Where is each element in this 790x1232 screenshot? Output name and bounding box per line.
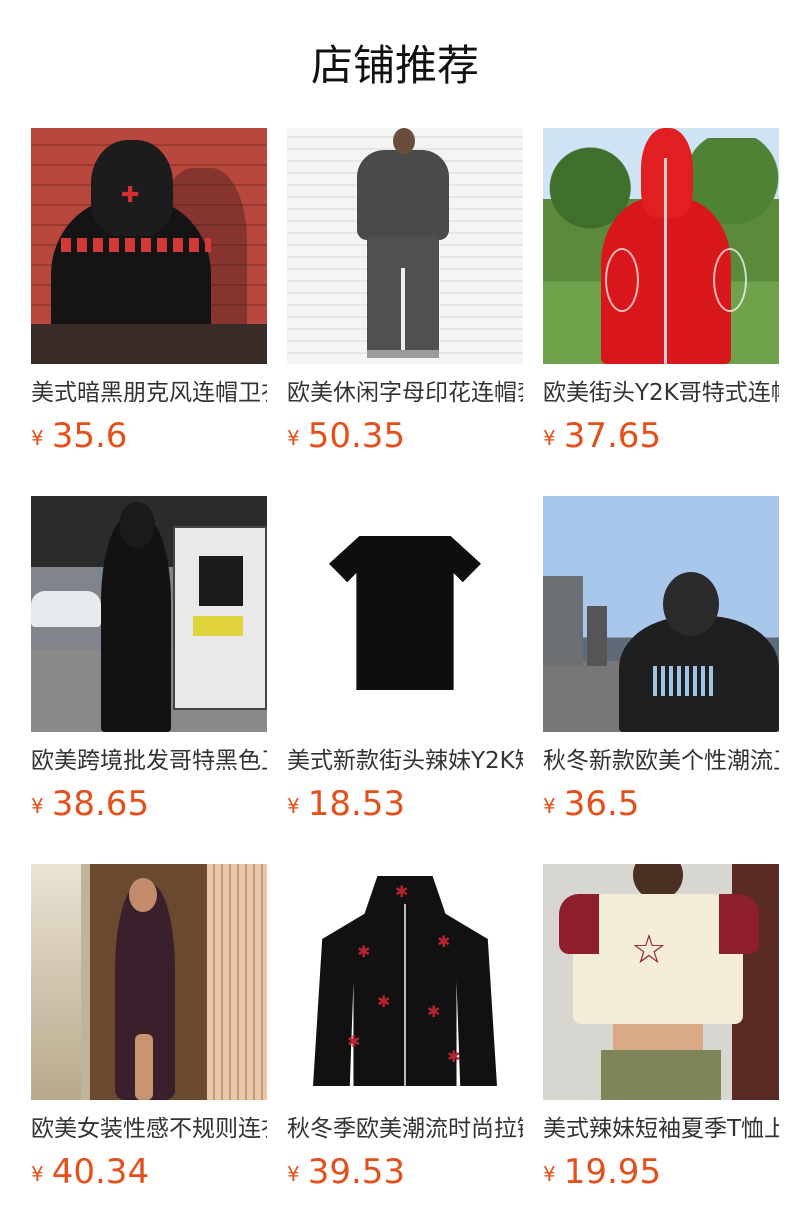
product-image[interactable]: [287, 128, 523, 364]
product-card[interactable]: 欧美跨境批发哥特黑色卫衣 ¥38.65: [31, 496, 267, 826]
product-card[interactable]: 美式新款街头辣妹Y2K短袖 ¥18.53: [287, 496, 523, 826]
product-image[interactable]: ✚: [31, 128, 267, 364]
currency-symbol: ¥: [543, 426, 556, 450]
currency-symbol: ¥: [287, 1162, 300, 1186]
product-price: ¥19.95: [543, 1150, 779, 1194]
price-value: 50.35: [307, 416, 406, 456]
price-value: 38.65: [51, 784, 150, 824]
page-title: 店铺推荐: [310, 41, 479, 90]
currency-symbol: ¥: [31, 794, 44, 818]
product-price: ¥37.65: [543, 414, 779, 458]
product-name[interactable]: 秋冬季欧美潮流时尚拉链卫衣: [287, 1112, 523, 1146]
currency-symbol: ¥: [543, 1162, 556, 1186]
product-name[interactable]: 美式暗黑朋克风连帽卫衣: [31, 376, 267, 410]
product-image[interactable]: [31, 864, 267, 1100]
currency-symbol: ¥: [543, 794, 556, 818]
product-image[interactable]: [287, 496, 523, 732]
product-name[interactable]: 欧美休闲字母印花连帽套装: [287, 376, 523, 410]
product-card[interactable]: 欧美女装性感不规则连衣裙 ¥40.34: [31, 864, 267, 1194]
price-value: 19.95: [563, 1152, 662, 1192]
product-card[interactable]: 欧美休闲字母印花连帽套装 ¥50.35: [287, 128, 523, 458]
product-card[interactable]: ☆ 美式辣妹短袖夏季T恤上衣 ¥19.95: [543, 864, 779, 1194]
product-name[interactable]: 美式辣妹短袖夏季T恤上衣: [543, 1112, 779, 1146]
product-name[interactable]: 美式新款街头辣妹Y2K短袖: [287, 744, 523, 778]
price-value: 35.6: [51, 416, 128, 456]
product-price: ¥18.53: [287, 782, 523, 826]
product-card[interactable]: ✱ ✱ ✱ ✱ ✱ ✱ ✱ 秋冬季欧美潮流时尚拉链卫衣 ¥39.53: [287, 864, 523, 1194]
price-value: 37.65: [563, 416, 662, 456]
currency-symbol: ¥: [31, 426, 44, 450]
price-value: 18.53: [307, 784, 406, 824]
product-image[interactable]: [543, 496, 779, 732]
product-price: ¥39.53: [287, 1150, 523, 1194]
product-name[interactable]: 欧美街头Y2K哥特式连帽卫衣: [543, 376, 779, 410]
product-name[interactable]: 秋冬新款欧美个性潮流卫衣: [543, 744, 779, 778]
price-value: 39.53: [307, 1152, 406, 1192]
product-image[interactable]: [543, 128, 779, 364]
product-price: ¥36.5: [543, 782, 779, 826]
currency-symbol: ¥: [287, 426, 300, 450]
product-image[interactable]: [31, 496, 267, 732]
product-name[interactable]: 欧美女装性感不规则连衣裙: [31, 1112, 267, 1146]
product-card[interactable]: ✚ 美式暗黑朋克风连帽卫衣 ¥35.6: [31, 128, 267, 458]
product-price: ¥35.6: [31, 414, 267, 458]
product-image[interactable]: ✱ ✱ ✱ ✱ ✱ ✱ ✱: [287, 864, 523, 1100]
product-image[interactable]: ☆: [543, 864, 779, 1100]
product-card[interactable]: 秋冬新款欧美个性潮流卫衣 ¥36.5: [543, 496, 779, 826]
price-value: 40.34: [51, 1152, 150, 1192]
product-price: ¥38.65: [31, 782, 267, 826]
product-price: ¥40.34: [31, 1150, 267, 1194]
currency-symbol: ¥: [287, 794, 300, 818]
price-value: 36.5: [563, 784, 640, 824]
product-name[interactable]: 欧美跨境批发哥特黑色卫衣: [31, 744, 267, 778]
product-price: ¥50.35: [287, 414, 523, 458]
product-card[interactable]: 欧美街头Y2K哥特式连帽卫衣 ¥37.65: [543, 128, 779, 458]
currency-symbol: ¥: [31, 1162, 44, 1186]
